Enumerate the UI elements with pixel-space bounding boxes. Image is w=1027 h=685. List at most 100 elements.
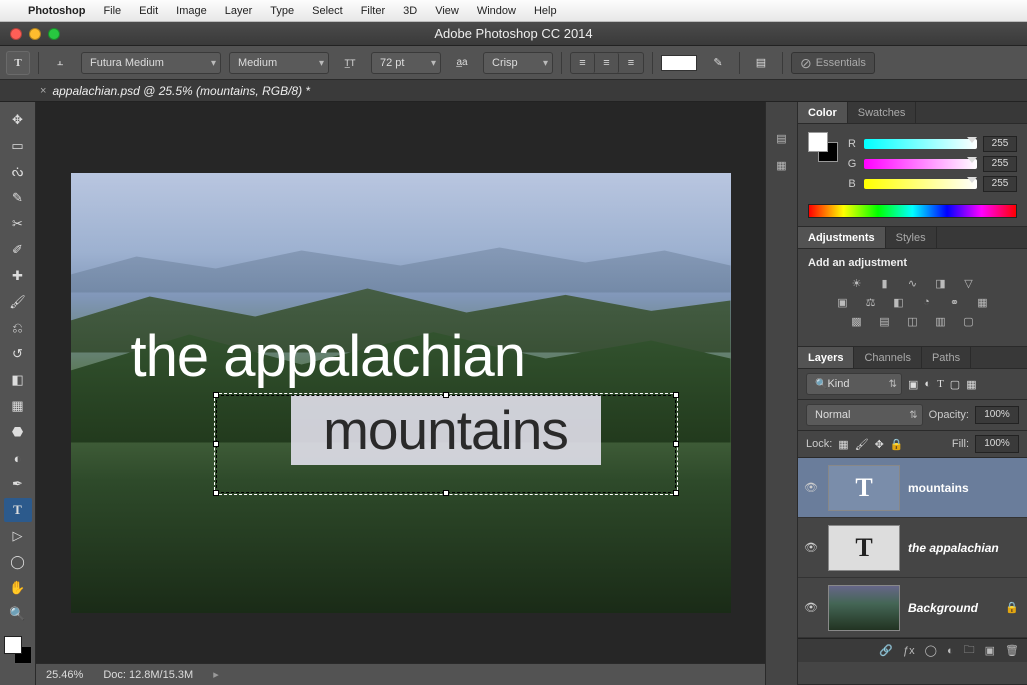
transform-handle[interactable]	[213, 490, 219, 496]
filter-shape-icon[interactable]: ▢	[950, 378, 960, 391]
red-value[interactable]: 255	[983, 136, 1017, 152]
menu-type[interactable]: Type	[270, 5, 294, 17]
tab-layers[interactable]: Layers	[798, 347, 854, 368]
workspace-switcher[interactable]: ⊘Essentials	[791, 52, 875, 74]
photo-filter-adjust-icon[interactable]: ◔	[918, 296, 936, 309]
transform-handle[interactable]	[443, 490, 449, 496]
fill-field[interactable]: 100%	[975, 435, 1019, 453]
posterize-adjust-icon[interactable]: ▤	[876, 315, 894, 328]
tab-swatches[interactable]: Swatches	[848, 102, 917, 123]
channel-mixer-adjust-icon[interactable]: ⚭	[946, 296, 964, 309]
blur-tool[interactable]: ⬣	[4, 420, 32, 444]
menu-layer[interactable]: Layer	[225, 5, 253, 17]
layer-name[interactable]: mountains	[908, 481, 1019, 495]
move-tool[interactable]: ✥	[4, 108, 32, 132]
close-window-button[interactable]	[10, 28, 22, 40]
menu-image[interactable]: Image	[176, 5, 207, 17]
zoom-tool[interactable]: 🔍	[4, 602, 32, 626]
tab-adjustments[interactable]: Adjustments	[798, 227, 886, 248]
green-slider[interactable]	[864, 159, 977, 169]
visibility-toggle-icon[interactable]: 👁	[802, 541, 820, 554]
gradient-tool[interactable]: ▦	[4, 394, 32, 418]
panel-fg-color-swatch[interactable]	[808, 132, 828, 152]
foreground-color-swatch[interactable]	[4, 636, 22, 654]
layer-row[interactable]: 👁 the appalachian	[798, 518, 1027, 578]
doc-size[interactable]: Doc: 12.8M/15.3M	[103, 669, 193, 681]
tab-styles[interactable]: Styles	[886, 227, 937, 248]
type-tool[interactable]: T	[4, 498, 32, 522]
menu-help[interactable]: Help	[534, 5, 557, 17]
lock-transparency-icon[interactable]: ▦	[838, 438, 848, 451]
current-tool-indicator[interactable]: T	[6, 51, 30, 75]
properties-panel-icon[interactable]: ▦	[776, 159, 786, 172]
clone-stamp-tool[interactable]: ⎌	[4, 316, 32, 340]
red-slider[interactable]	[864, 139, 977, 149]
levels-adjust-icon[interactable]: ▮	[876, 277, 894, 290]
zoom-window-button[interactable]	[48, 28, 60, 40]
new-adjustment-layer-icon[interactable]: ◐	[947, 645, 954, 657]
text-color-swatch[interactable]	[661, 55, 697, 71]
filter-pixel-icon[interactable]: ▣	[908, 378, 918, 391]
color-spectrum[interactable]	[808, 204, 1017, 218]
menu-edit[interactable]: Edit	[139, 5, 158, 17]
layer-style-icon[interactable]: ƒx	[903, 645, 915, 657]
opacity-field[interactable]: 100%	[975, 406, 1019, 424]
layer-filter-kind-dropdown[interactable]: 🔍Kind⇅	[806, 373, 902, 395]
transform-handle[interactable]	[673, 441, 679, 447]
blend-mode-dropdown[interactable]: Normal⇅	[806, 404, 923, 426]
layer-row[interactable]: 👁 Background 🔒	[798, 578, 1027, 638]
delete-layer-icon[interactable]: 🗑	[1005, 644, 1019, 657]
app-name[interactable]: Photoshop	[28, 5, 85, 17]
align-right-button[interactable]: ≡	[619, 53, 643, 73]
lasso-tool[interactable]: ᔔ	[4, 160, 32, 184]
layer-name[interactable]: the appalachian	[908, 541, 1019, 555]
status-menu-arrow-icon[interactable]: ▸	[213, 668, 219, 681]
layer-thumbnail[interactable]	[828, 465, 900, 511]
layer-mask-icon[interactable]: ◯	[925, 644, 937, 657]
marquee-tool[interactable]: ▭	[4, 134, 32, 158]
antialias-dropdown[interactable]: Crisp▾	[483, 52, 553, 74]
transform-handle[interactable]	[673, 490, 679, 496]
menu-3d[interactable]: 3D	[403, 5, 417, 17]
blue-value[interactable]: 255	[983, 176, 1017, 192]
layer-thumbnail[interactable]	[828, 585, 900, 631]
exposure-adjust-icon[interactable]: ◨	[932, 277, 950, 290]
layer-thumbnail[interactable]	[828, 525, 900, 571]
eraser-tool[interactable]: ◧	[4, 368, 32, 392]
visibility-toggle-icon[interactable]: 👁	[802, 481, 820, 494]
curves-adjust-icon[interactable]: ∿	[904, 277, 922, 290]
path-select-tool[interactable]: ▷	[4, 524, 32, 548]
font-style-dropdown[interactable]: Medium▾	[229, 52, 329, 74]
font-size-dropdown[interactable]: 72 pt▾	[371, 52, 441, 74]
transform-handle[interactable]	[213, 392, 219, 398]
minimize-window-button[interactable]	[29, 28, 41, 40]
filter-type-icon[interactable]: T	[937, 378, 944, 390]
pen-tool[interactable]: ✒	[4, 472, 32, 496]
bw-adjust-icon[interactable]: ◧	[890, 296, 908, 309]
brush-tool[interactable]: 🖌	[4, 290, 32, 314]
menu-filter[interactable]: Filter	[361, 5, 385, 17]
layer-row[interactable]: 👁 mountains	[798, 458, 1027, 518]
color-balance-adjust-icon[interactable]: ⚖	[862, 296, 880, 309]
align-left-button[interactable]: ≡	[571, 53, 595, 73]
tab-channels[interactable]: Channels	[854, 347, 921, 368]
menu-select[interactable]: Select	[312, 5, 343, 17]
lock-all-icon[interactable]: 🔒	[890, 438, 904, 451]
document-canvas[interactable]: the appalachian mountains	[36, 102, 765, 663]
shape-tool[interactable]: ◯	[4, 550, 32, 574]
lock-position-icon[interactable]: ✥	[875, 438, 884, 451]
transform-handle[interactable]	[443, 392, 449, 398]
history-brush-tool[interactable]: ↺	[4, 342, 32, 366]
lock-paint-icon[interactable]: 🖌	[855, 438, 869, 451]
hue-sat-adjust-icon[interactable]: ▣	[834, 296, 852, 309]
green-value[interactable]: 255	[983, 156, 1017, 172]
quick-select-tool[interactable]: ✎	[4, 186, 32, 210]
foreground-background-color[interactable]	[4, 636, 32, 664]
transform-handle[interactable]	[213, 441, 219, 447]
invert-adjust-icon[interactable]: ▩	[848, 315, 866, 328]
filter-adjust-icon[interactable]: ◐	[924, 378, 931, 390]
healing-brush-tool[interactable]: ✚	[4, 264, 32, 288]
tab-color[interactable]: Color	[798, 102, 848, 123]
hand-tool[interactable]: ✋	[4, 576, 32, 600]
font-family-dropdown[interactable]: Futura Medium▾	[81, 52, 221, 74]
